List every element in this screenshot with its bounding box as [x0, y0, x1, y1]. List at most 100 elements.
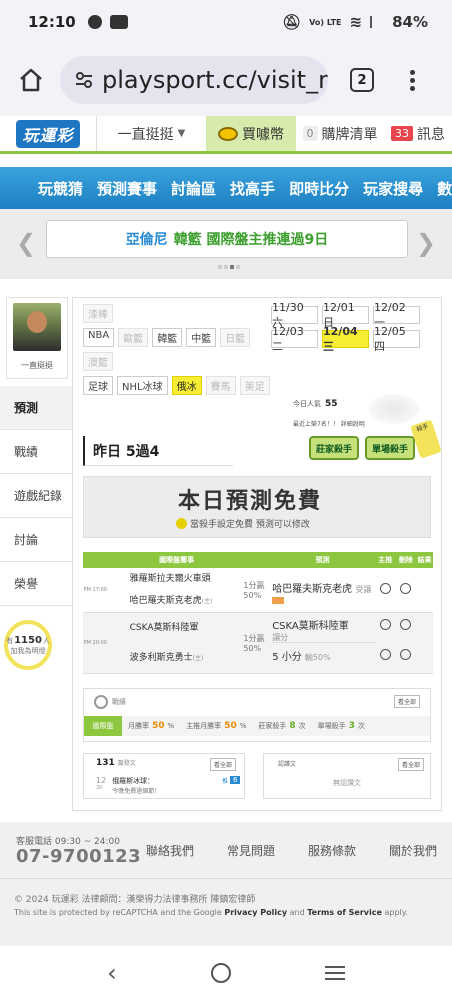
delete-radio[interactable]	[395, 568, 417, 613]
stats-tab[interactable]: 國際盤	[84, 716, 122, 736]
buy-coin-label: 買噱幣	[242, 126, 284, 143]
purchase-list-label: 購牌清單	[321, 126, 378, 143]
posts-view-all-button[interactable]: 看全部	[209, 758, 236, 771]
league-chip[interactable]: 漆棒	[83, 304, 113, 323]
date-chip-selected[interactable]: 12/04 三	[322, 325, 369, 353]
free-prediction-box: 本日預測免費 當殺手設定免費 預測可以修改	[83, 476, 431, 538]
post-item[interactable]: 12 30 俄羅斯冰球： 今晚免費過個節！	[96, 776, 160, 795]
announcement-banner[interactable]: 亞倫尼 韓籃 國際盤主推連過9日	[46, 220, 408, 258]
buy-coin-button[interactable]: 買噱幣	[206, 116, 296, 151]
bank-killer-count: 莊家殺手 8 次	[258, 721, 306, 731]
result-cell	[416, 568, 433, 613]
home-circle-icon[interactable]	[210, 963, 231, 983]
follow-suffix: 人	[42, 636, 50, 645]
footer-link-contact[interactable]: 聯絡我們	[146, 842, 194, 859]
side-tab-honor[interactable]: 榮譽	[0, 562, 72, 606]
date-chip[interactable]: 12/02 一	[373, 301, 420, 329]
date-chip[interactable]: 12/03 二	[271, 325, 318, 353]
side-tab-predict[interactable]: 預測	[0, 386, 72, 430]
nav-item[interactable]: 預測賽事	[97, 178, 157, 199]
rank-note[interactable]: 最近上榮7名！！ 詳細說明	[293, 419, 365, 428]
hotline-number[interactable]: 07-9700123	[16, 846, 141, 867]
league-chip[interactable]: NHL冰球	[117, 376, 168, 395]
back-icon[interactable]: ‹	[107, 959, 117, 987]
yesterday-record: 昨日 5過4	[83, 436, 233, 466]
profile-card[interactable]: 一直挺挺	[6, 297, 68, 379]
league-chip[interactable]: 中籃	[186, 328, 217, 347]
stats-view-all-button[interactable]: 看全部	[393, 695, 420, 708]
date-chip[interactable]: 11/30 六	[271, 301, 318, 329]
pick-tag-icon	[272, 596, 285, 604]
side-tab-game-log[interactable]: 遊戲紀錄	[0, 474, 72, 518]
messages-label: 訊息	[417, 126, 445, 143]
liked-view-all-button[interactable]: 看全部	[397, 758, 424, 771]
date-chip[interactable]: 12/01 日	[322, 301, 369, 329]
nav-item[interactable]: 數據	[437, 178, 452, 199]
tune-icon[interactable]	[74, 69, 94, 91]
copyright: © 2024 玩運彩 法律顧問：漢榮得力法律事務所 陳鎮宏律師	[14, 895, 256, 905]
league-chip[interactable]: NBA	[83, 328, 115, 347]
games-table: 國際盤賽事 預測 主推 刪除 結果 PM 17:00 雅羅斯拉夫爾火車頭 哈巴羅…	[83, 552, 433, 674]
chevron-right-icon[interactable]: ❯	[416, 229, 436, 257]
popularity-value: 55	[325, 399, 338, 409]
nav-item[interactable]: 玩家搜尋	[363, 178, 423, 199]
team-home: 波多利斯克勇士(主)	[129, 653, 204, 663]
main-pick-radio[interactable]	[374, 612, 396, 674]
follow-lamp-badge[interactable]: 有 1150 人 加我為明燈	[4, 620, 52, 670]
single-killer-count: 單場殺手 3 次	[317, 721, 365, 731]
site-footer: 客服電話 09:30 ~ 24:00 07-9700123 聯絡我們 常見問題 …	[0, 822, 452, 946]
nav-item[interactable]: 即時比分	[289, 178, 349, 199]
home-icon[interactable]	[14, 63, 48, 97]
table-row: PM 20:00 CSKA莫斯科陸軍 波多利斯克勇士(主) 1分贏 50% CS…	[83, 612, 433, 674]
announcement-text: 韓籃 國際盤主推連過9日	[173, 232, 329, 248]
post-subtitle: 今晚免費過個節！	[112, 788, 161, 795]
league-chip[interactable]: 日籃	[220, 328, 251, 347]
nav-item[interactable]: 找高手	[230, 178, 275, 199]
ball-icon	[176, 518, 187, 529]
recaptcha-note: This site is protected by reCAPTCHA and …	[14, 908, 408, 917]
footer-link-terms[interactable]: 服務條款	[308, 842, 356, 859]
avatar	[13, 303, 61, 351]
table-header: 刪除	[395, 552, 417, 568]
privacy-link[interactable]: Privacy Policy	[224, 908, 287, 917]
game-line: 1分贏 50%	[243, 612, 271, 674]
league-chip[interactable]: 澳籃	[83, 352, 113, 371]
terms-link[interactable]: Terms of Service	[307, 908, 382, 917]
league-chip[interactable]: 足球	[83, 376, 113, 395]
league-chip[interactable]: 美足	[239, 376, 270, 395]
main-pick-radio[interactable]	[374, 568, 396, 613]
chevron-left-icon[interactable]: ❮	[16, 229, 36, 257]
announcement-name: 亞倫尼	[125, 232, 168, 248]
main-nav: 玩競猜 預測賽事 討論區 找高手 即時比分 玩家搜尋 數據	[0, 167, 452, 209]
league-chip-selected[interactable]: 俄冰	[171, 376, 202, 395]
nav-item[interactable]: 玩競猜	[38, 178, 83, 199]
nav-item[interactable]: 討論區	[171, 178, 216, 199]
address-bar[interactable]: playsport.cc/visit_m	[60, 56, 328, 104]
tabs-icon[interactable]: 2	[350, 68, 374, 92]
browser-toolbar: playsport.cc/visit_m 2	[0, 44, 452, 116]
footer-link-faq[interactable]: 常見問題	[227, 842, 275, 859]
side-tab-record[interactable]: 戰績	[0, 430, 72, 474]
side-tab-discuss[interactable]: 討論	[0, 518, 72, 562]
prediction-pick: CSKA莫斯科陸軍 讓分 5 小分 輸50%	[270, 612, 375, 674]
recents-icon[interactable]	[324, 966, 345, 980]
battery-text: 84%	[392, 13, 428, 31]
league-chip[interactable]: 歐籃	[118, 328, 149, 347]
more-vert-icon[interactable]	[410, 69, 415, 91]
stats-header: 戰績	[94, 695, 126, 709]
user-menu[interactable]: 一直挺挺 ▼	[96, 116, 206, 151]
league-chip[interactable]: 賽馬	[205, 376, 236, 395]
post-push-label: 推	[222, 778, 229, 785]
profile-side-tabs: 預測 戰績 遊戲紀錄 討論 榮譽	[0, 386, 72, 606]
list-count-badge: 0	[302, 126, 318, 141]
site-logo[interactable]: 玩運彩	[0, 116, 96, 151]
game-time: PM 20:00	[83, 612, 108, 674]
table-header: 預測	[270, 552, 375, 568]
delete-radio[interactable]	[395, 612, 417, 674]
messages-button[interactable]: 33 訊息	[384, 116, 452, 151]
league-chip[interactable]: 韓籃	[152, 328, 183, 347]
footer-link-about[interactable]: 關於我們	[389, 842, 437, 859]
purchase-list-button[interactable]: 0 購牌清單	[296, 116, 384, 151]
date-chip[interactable]: 12/05 四	[373, 325, 420, 353]
league-filter: 漆棒 NBA 歐籃 韓籃 中籃 日籃 澳籃 足球 NHL冰球 俄冰 賽馬 美足	[83, 304, 270, 400]
